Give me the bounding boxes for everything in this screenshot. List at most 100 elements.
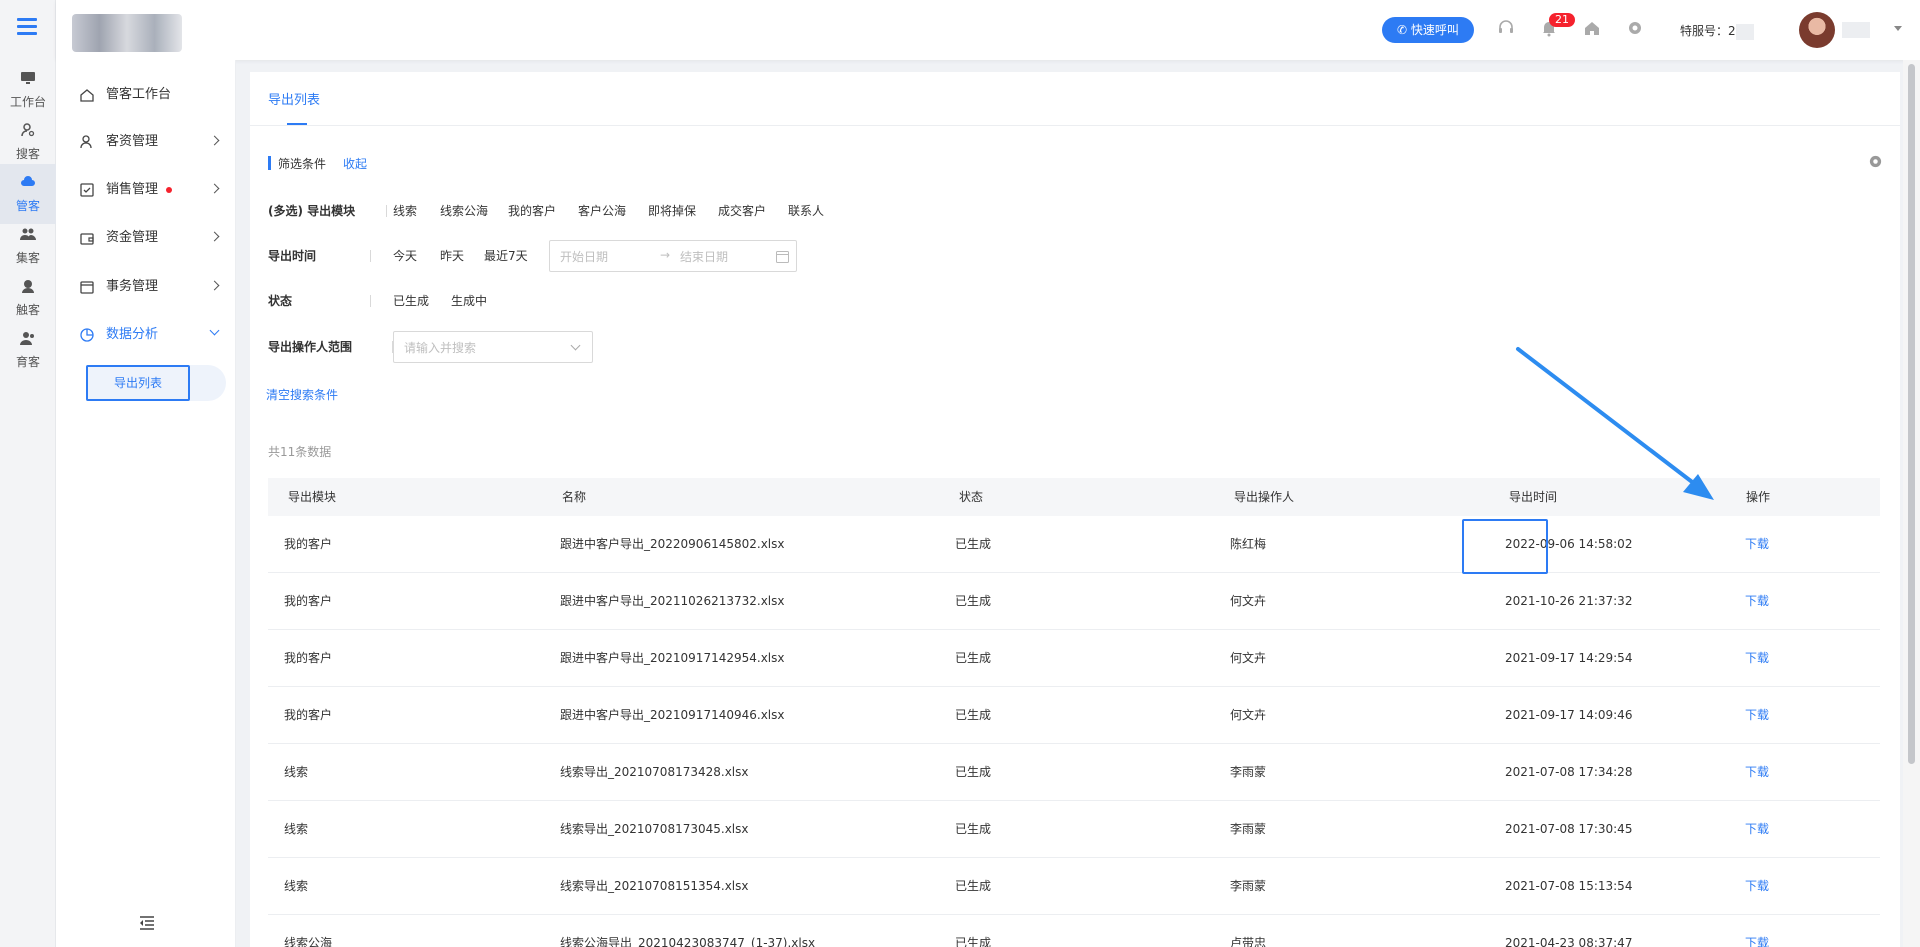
scrollbar-thumb[interactable] bbox=[1908, 64, 1915, 764]
download-link[interactable]: 下载 bbox=[1745, 516, 1769, 573]
cell-name: 线索导出_20210708151354.xlsx bbox=[560, 879, 749, 893]
user-outline-icon bbox=[80, 135, 92, 149]
column-header: 操作 bbox=[1746, 490, 1771, 504]
cell-name: 跟进中客户导出_20220906145802.xlsx bbox=[560, 537, 785, 551]
download-link[interactable]: 下载 bbox=[1745, 630, 1769, 687]
hamburger-menu-icon[interactable] bbox=[17, 18, 37, 36]
checkbox-icon bbox=[80, 183, 94, 197]
column-header: 导出模块 bbox=[288, 490, 337, 504]
table-row: 线索 线索导出_20210708173045.xlsx 已生成 李雨蒙 2021-07-… bbox=[268, 801, 1880, 858]
nav-item-label: 销售管理 bbox=[106, 182, 159, 197]
cell-operator: 何文卉 bbox=[1230, 651, 1267, 665]
rail-item-label: 搜客 bbox=[15, 147, 40, 161]
cell-status: 已生成 bbox=[955, 537, 992, 551]
nav-item-data-analysis[interactable]: 数据分析 bbox=[56, 315, 236, 355]
cell-name: 线索公海导出_20210423083747_(1-37).xlsx bbox=[560, 936, 816, 947]
top-header: ✆ 快速呼叫 21 特服号：2 bbox=[56, 0, 1920, 60]
cell-time: 2021-09-17 14:09:46 bbox=[1505, 708, 1633, 722]
rail-item-nurture-customer[interactable]: 育客 bbox=[0, 320, 56, 380]
nav-item-workbench[interactable]: 管客工作台 bbox=[56, 75, 236, 115]
headset-icon[interactable] bbox=[1497, 19, 1515, 37]
nav-item-label: 资金管理 bbox=[106, 230, 159, 245]
nav-item-label: 数据分析 bbox=[106, 327, 159, 342]
sub-sidebar: 管客工作台 客资管理 销售管理 资金管理 事务管理 数据分析 导出列表 bbox=[56, 60, 236, 947]
masked-text bbox=[1735, 23, 1754, 40]
download-link[interactable]: 下载 bbox=[1745, 801, 1769, 858]
home-outline-icon bbox=[80, 89, 94, 102]
home-icon[interactable] bbox=[1583, 19, 1601, 37]
cell-operator: 李雨蒙 bbox=[1230, 765, 1267, 779]
collapse-sidebar-icon[interactable] bbox=[139, 916, 155, 930]
settings-gear-icon[interactable] bbox=[1626, 19, 1644, 37]
table-row: 我的客户 跟进中客户导出_20211026213732.xlsx 已生成 何文卉 202… bbox=[268, 573, 1880, 630]
cell-module: 我的客户 bbox=[284, 708, 333, 722]
rail-item-label: 管客 bbox=[15, 199, 40, 213]
rail-item-search-customer[interactable]: 搜客 bbox=[0, 112, 56, 172]
chevron-right-icon bbox=[209, 183, 220, 194]
download-link[interactable]: 下载 bbox=[1745, 573, 1769, 630]
cell-operator: 卢带忠 bbox=[1230, 936, 1267, 947]
cell-module: 我的客户 bbox=[284, 651, 333, 665]
cell-time: 2021-10-26 21:37:32 bbox=[1505, 594, 1633, 608]
cell-status: 已生成 bbox=[955, 651, 992, 665]
group-icon bbox=[20, 228, 36, 240]
cell-status: 已生成 bbox=[955, 879, 992, 893]
vertical-scrollbar[interactable] bbox=[1903, 60, 1920, 947]
nav-item-sales[interactable]: 销售管理 bbox=[56, 170, 236, 210]
rail-item-label: 工作台 bbox=[9, 95, 46, 109]
chevron-down-icon bbox=[209, 325, 220, 336]
table-row: 我的客户 跟进中客户导出_20210917142954.xlsx 已生成 何文卉 202… bbox=[268, 630, 1880, 687]
cell-time: 2021-09-17 14:29:54 bbox=[1505, 651, 1633, 665]
cell-status: 已生成 bbox=[955, 765, 992, 779]
download-link[interactable]: 下载 bbox=[1745, 915, 1769, 947]
cell-status: 已生成 bbox=[955, 822, 992, 836]
cell-name: 跟进中客户导出_20211026213732.xlsx bbox=[560, 594, 785, 608]
wallet-icon bbox=[80, 233, 94, 245]
table-row: 我的客户 跟进中客户导出_20220906145802.xlsx 已生成 陈红梅 202… bbox=[268, 516, 1880, 573]
table-row: 线索 线索导出_20210708173428.xlsx 已生成 李雨蒙 2021-07-… bbox=[268, 744, 1880, 801]
cell-status: 已生成 bbox=[955, 594, 992, 608]
cell-module: 我的客户 bbox=[284, 594, 333, 608]
download-link[interactable]: 下载 bbox=[1745, 744, 1769, 801]
users-icon bbox=[20, 332, 34, 345]
pie-chart-icon bbox=[80, 328, 94, 342]
user-name[interactable] bbox=[1842, 22, 1870, 38]
download-link[interactable]: 下载 bbox=[1745, 858, 1769, 915]
company-logo bbox=[72, 14, 182, 52]
cell-operator: 何文卉 bbox=[1230, 708, 1267, 722]
download-link[interactable]: 下载 bbox=[1745, 687, 1769, 744]
cell-status: 已生成 bbox=[955, 708, 992, 722]
column-header: 名称 bbox=[562, 490, 587, 504]
rail-item-workbench[interactable]: 工作台 bbox=[0, 60, 56, 120]
cell-time: 2021-07-08 17:30:45 bbox=[1505, 822, 1633, 836]
cell-operator: 李雨蒙 bbox=[1230, 822, 1267, 836]
cell-name: 跟进中客户导出_20210917142954.xlsx bbox=[560, 651, 785, 665]
rail-item-label: 触客 bbox=[15, 303, 40, 317]
caret-down-icon[interactable] bbox=[1894, 26, 1902, 31]
cell-time: 2022-09-06 14:58:02 bbox=[1505, 537, 1633, 551]
cell-operator: 何文卉 bbox=[1230, 594, 1267, 608]
sub-item-label: 导出列表 bbox=[86, 365, 190, 401]
rail-item-gather-customer[interactable]: 集客 bbox=[0, 216, 56, 276]
masked-text bbox=[1842, 22, 1870, 38]
column-header: 状态 bbox=[959, 490, 984, 504]
sub-item-export-list[interactable]: 导出列表 bbox=[86, 365, 226, 401]
rail-item-reach-customer[interactable]: 触客 bbox=[0, 268, 56, 328]
cell-module: 我的客户 bbox=[284, 537, 333, 551]
monitor-icon bbox=[21, 72, 35, 84]
nav-item-affairs[interactable]: 事务管理 bbox=[56, 267, 236, 307]
alert-dot bbox=[166, 186, 173, 193]
nav-item-customer-resources[interactable]: 客资管理 bbox=[56, 122, 236, 162]
cell-time: 2021-04-23 08:37:47 bbox=[1505, 936, 1633, 947]
seat-label: 特服号：2 bbox=[1680, 24, 1736, 38]
avatar[interactable] bbox=[1799, 12, 1835, 48]
nav-item-label: 客资管理 bbox=[106, 134, 159, 149]
cell-name: 线索导出_20210708173045.xlsx bbox=[560, 822, 749, 836]
quick-call-button[interactable]: ✆ 快速呼叫 bbox=[1382, 17, 1474, 43]
nav-item-funds[interactable]: 资金管理 bbox=[56, 218, 236, 258]
rail-item-manage-customer[interactable]: 管客 bbox=[0, 164, 56, 224]
cell-status: 已生成 bbox=[955, 936, 992, 947]
cell-name: 跟进中客户导出_20210917140946.xlsx bbox=[560, 708, 785, 722]
cell-module: 线索公海 bbox=[284, 936, 333, 947]
nav-item-label: 事务管理 bbox=[106, 279, 159, 294]
